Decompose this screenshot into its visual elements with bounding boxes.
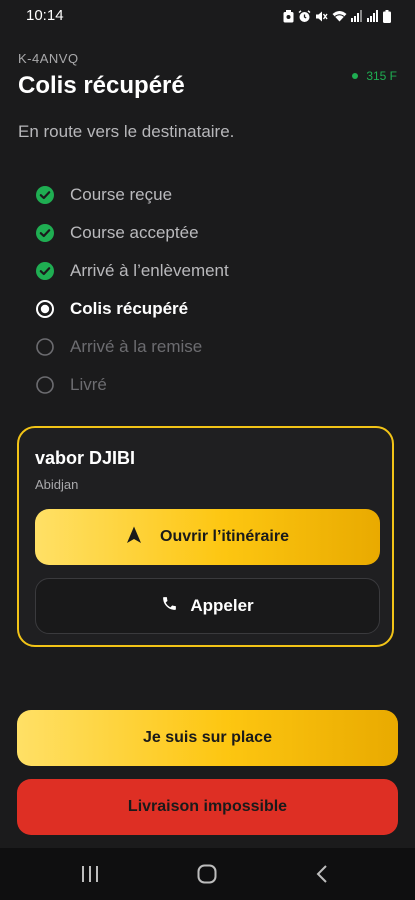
delivery-impossible-label: Livraison impossible — [127, 798, 288, 815]
navigation-arrow-icon — [126, 526, 142, 549]
signal-icon — [367, 10, 379, 22]
system-nav-bar — [0, 848, 415, 900]
step-label: Course reçue — [70, 185, 173, 204]
price-indicator: 315 F — [352, 69, 397, 83]
page-title: Colis récupéré — [18, 72, 185, 99]
check-circle-icon — [36, 262, 54, 280]
open-route-button[interactable]: Ouvrir l’itinéraire — [35, 509, 380, 565]
radio-selected-icon — [36, 300, 54, 318]
step-label: Colis récupéré — [70, 299, 189, 318]
home-icon[interactable] — [194, 862, 220, 886]
call-button[interactable]: Appeler — [35, 578, 380, 634]
status-icons — [283, 9, 391, 23]
status-bar: 10:14 — [0, 0, 415, 32]
phone-icon — [161, 595, 178, 617]
status-time: 10:14 — [26, 7, 64, 24]
status-dot — [352, 73, 359, 79]
open-route-label: Ouvrir l’itinéraire — [160, 528, 289, 545]
recent-apps-icon[interactable] — [77, 862, 103, 886]
progress-steps: Course reçue Course acceptée Arrivé à l’… — [36, 176, 229, 404]
price-label: 315 F — [366, 69, 397, 83]
step-item: Arrivé à l’enlèvement — [36, 252, 229, 290]
contact-city: Abidjan — [35, 477, 79, 492]
order-reference: K-4ANVQ — [18, 51, 79, 66]
call-label: Appeler — [190, 596, 254, 615]
radio-empty-icon — [36, 376, 54, 394]
image-icon — [283, 9, 294, 23]
signal-icon — [351, 10, 363, 22]
battery-icon — [383, 9, 391, 23]
on-site-button[interactable]: Je suis sur place — [17, 710, 398, 766]
on-site-label: Je suis sur place — [143, 729, 272, 746]
mute-icon — [315, 10, 328, 23]
back-icon[interactable] — [309, 862, 335, 886]
step-item: Arrivé à la remise — [36, 328, 229, 366]
step-item: Course reçue — [36, 176, 229, 214]
step-label: Course acceptée — [70, 223, 199, 242]
step-label: Arrivé à la remise — [70, 337, 203, 356]
wifi-icon — [332, 10, 347, 22]
page-subtitle: En route vers le destinataire. — [18, 122, 235, 141]
contact-card: vabor DJIBI Abidjan Ouvrir l’itinéraire … — [17, 426, 394, 647]
step-item: Livré — [36, 366, 229, 404]
step-label: Arrivé à l’enlèvement — [70, 261, 229, 280]
radio-empty-icon — [36, 338, 54, 356]
step-label: Livré — [70, 375, 107, 394]
alarm-icon — [298, 9, 311, 23]
check-circle-icon — [36, 186, 54, 204]
delivery-impossible-button[interactable]: Livraison impossible — [17, 779, 398, 835]
step-item-current: Colis récupéré — [36, 290, 229, 328]
contact-name: vabor DJIBI — [35, 448, 136, 468]
step-item: Course acceptée — [36, 214, 229, 252]
check-circle-icon — [36, 224, 54, 242]
